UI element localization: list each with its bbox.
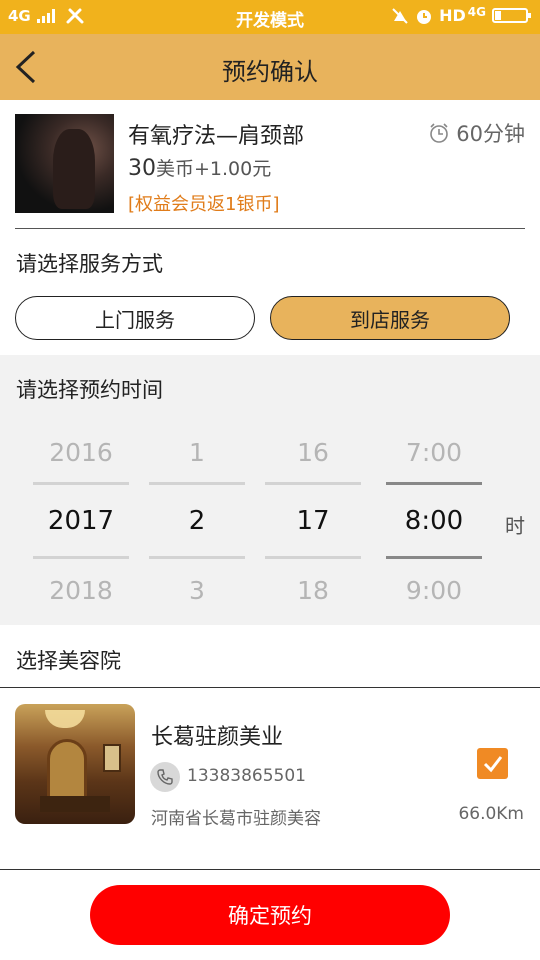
day-selected: 17 — [296, 506, 330, 536]
picker-line — [386, 482, 482, 485]
picker-line — [265, 482, 361, 485]
salon-phone[interactable]: 13383865501 — [187, 766, 306, 786]
divider — [0, 687, 540, 688]
hd-label: HD — [439, 6, 466, 25]
year-selected: 2017 — [47, 506, 115, 536]
month-next: 3 — [189, 576, 205, 605]
price-main: 30 — [128, 156, 156, 181]
picker-line — [265, 556, 361, 559]
picker-line — [33, 556, 129, 559]
rebate-label: [权益会员返1银币] — [128, 194, 280, 215]
status-right: HD 4G — [391, 4, 531, 25]
year-column[interactable]: 2016 2017 2018 — [33, 432, 129, 612]
hour-unit: 时 — [505, 514, 525, 538]
month-prev: 1 — [189, 438, 205, 467]
day-prev: 16 — [297, 438, 329, 467]
page-title: 预约确认 — [222, 58, 318, 86]
store-service-button[interactable]: 到店服务 — [270, 296, 510, 340]
salon-image — [15, 704, 135, 824]
nav-bar: 预约确认 — [0, 34, 540, 100]
year-prev: 2016 — [49, 438, 113, 467]
mute-icon — [392, 7, 408, 24]
year-next: 2018 — [49, 576, 113, 605]
picker-line — [33, 482, 129, 485]
product-image — [15, 114, 114, 213]
salon-distance: 66.0Km — [458, 804, 524, 824]
time-label: 请选择预约时间 — [16, 378, 163, 402]
duration: 60分钟 — [428, 118, 525, 148]
duration-text: 60分钟 — [456, 122, 525, 146]
service-label: 请选择服务方式 — [16, 252, 163, 276]
network-right-label: 4G — [467, 4, 486, 19]
month-selected: 2 — [188, 506, 206, 536]
status-bar: 4G 开发模式 HD 4G — [0, 0, 540, 34]
divider — [15, 228, 525, 229]
product-price: 30美币+1.00元 — [128, 154, 271, 181]
month-column[interactable]: 1 2 3 — [149, 432, 245, 612]
hour-prev: 7:00 — [405, 438, 463, 467]
check-icon — [483, 755, 502, 772]
hour-next: 9:00 — [405, 576, 463, 605]
salon-address: 河南省长葛市驻颜美容 — [151, 809, 321, 829]
home-service-button[interactable]: 上门服务 — [15, 296, 255, 340]
battery-icon — [492, 8, 531, 23]
product-card: 有氧疗法—肩颈部 30美币+1.00元 [权益会员返1银币] 60分钟 — [15, 114, 525, 215]
hour-selected: 8:00 — [404, 506, 464, 536]
alarm-icon — [417, 9, 432, 24]
day-column[interactable]: 16 17 18 — [265, 432, 361, 612]
phone-icon[interactable] — [150, 762, 180, 792]
confirm-button[interactable]: 确定预约 — [90, 885, 450, 945]
salon-name: 长葛驻颜美业 — [151, 725, 284, 750]
hour-column[interactable]: 7:00 8:00 9:00 — [386, 432, 482, 612]
price-unit: 美币+1.00元 — [156, 158, 272, 180]
salon-checkbox[interactable] — [477, 748, 508, 779]
picker-line — [149, 556, 245, 559]
divider — [0, 869, 540, 870]
day-next: 18 — [297, 576, 329, 605]
picker-line — [149, 482, 245, 485]
picker-line — [386, 556, 482, 559]
salon-label: 选择美容院 — [16, 649, 121, 673]
alarm-clock-icon — [430, 123, 449, 143]
product-name: 有氧疗法—肩颈部 — [128, 124, 305, 149]
